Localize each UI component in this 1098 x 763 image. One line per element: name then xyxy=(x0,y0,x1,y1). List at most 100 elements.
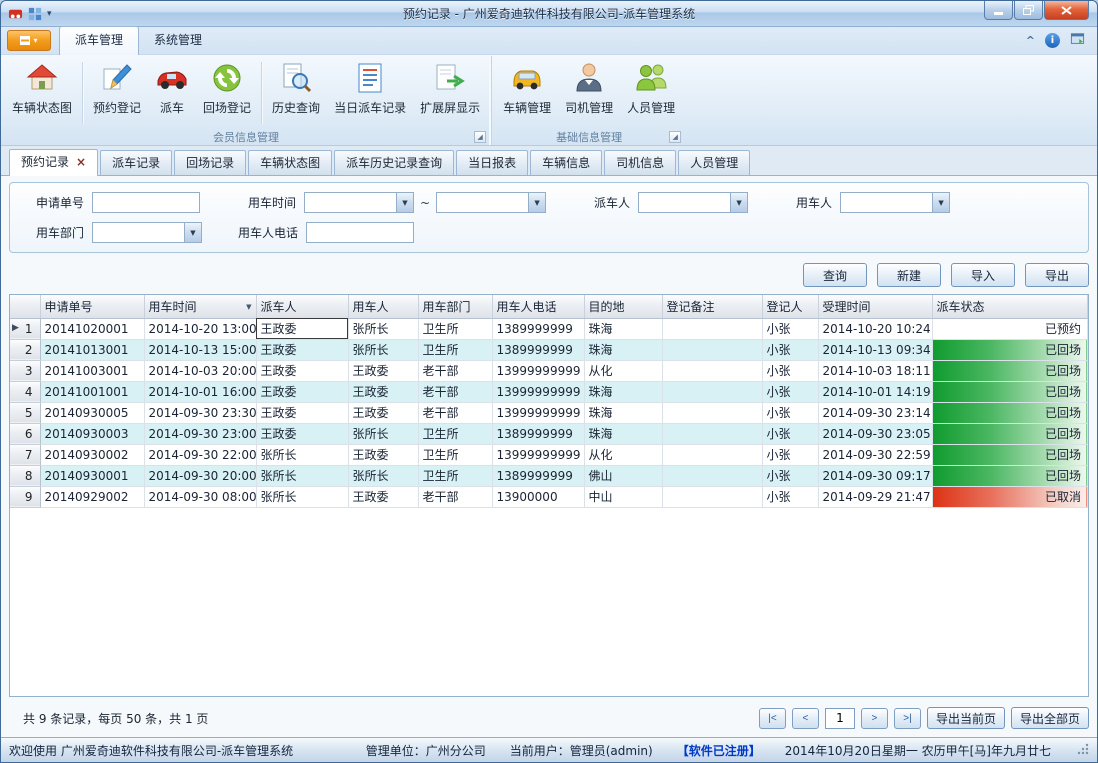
grid-cell[interactable]: 1389999999 xyxy=(492,423,584,444)
grid-cell[interactable]: 卫生所 xyxy=(418,339,492,360)
use-time-to-combo[interactable]: ▼ xyxy=(436,192,546,213)
grid-cell[interactable]: 王政委 xyxy=(256,423,348,444)
grid-cell[interactable]: 2014-09-30 22:59 xyxy=(818,444,932,465)
row-selector[interactable]: 2 xyxy=(10,339,40,360)
maximize-button[interactable] xyxy=(1014,1,1043,20)
grid-cell[interactable]: 王政委 xyxy=(256,318,348,339)
grid-cell[interactable] xyxy=(662,402,762,423)
ribbon-tab-dispatch-management[interactable]: 派车管理 xyxy=(59,26,139,55)
table-row[interactable]: 9201409290022014-09-30 08:00张所长王政委老干部139… xyxy=(10,486,1088,507)
grid-cell[interactable]: 卫生所 xyxy=(418,318,492,339)
dispatch-status-cell[interactable]: 已回场 xyxy=(932,339,1088,360)
grid-cell[interactable]: 2014-10-03 18:11 xyxy=(818,360,932,381)
grid-cell[interactable]: 小张 xyxy=(762,465,818,486)
row-selector[interactable]: 5 xyxy=(10,402,40,423)
window-style-icon[interactable] xyxy=(1070,32,1085,49)
grid-cell[interactable] xyxy=(662,360,762,381)
minimize-button[interactable] xyxy=(984,1,1013,20)
tab-dispatch-records[interactable]: 派车记录 xyxy=(100,150,172,175)
column-header[interactable]: 受理时间 xyxy=(818,295,932,318)
table-row[interactable]: ▶1201410200012014-10-20 13:00王政委张所长卫生所13… xyxy=(10,318,1088,339)
grid-cell[interactable]: 张所长 xyxy=(256,444,348,465)
grid-cell[interactable]: 小张 xyxy=(762,444,818,465)
user-combo[interactable]: ▼ xyxy=(840,192,950,213)
ribbon-button-dispatch[interactable]: 派车 xyxy=(148,57,196,129)
license-link[interactable]: 【软件已注册】 xyxy=(677,742,761,759)
grid-cell[interactable]: 老干部 xyxy=(418,360,492,381)
ribbon-button-driver-management[interactable]: 司机管理 xyxy=(558,57,620,129)
request-no-input[interactable] xyxy=(92,192,200,213)
grid-cell[interactable]: 王政委 xyxy=(348,381,418,402)
tab-dispatch-history-query[interactable]: 派车历史记录查询 xyxy=(334,150,454,175)
grid-cell[interactable]: 20141020001 xyxy=(40,318,144,339)
column-header[interactable]: ▼用车时间 xyxy=(144,295,256,318)
ribbon-button-personnel-management[interactable]: 人员管理 xyxy=(620,57,682,129)
column-header[interactable]: 派车人 xyxy=(256,295,348,318)
grid-cell[interactable]: 13999999999 xyxy=(492,360,584,381)
grid-cell[interactable]: 20141001001 xyxy=(40,381,144,402)
grid-cell[interactable]: 王政委 xyxy=(256,381,348,402)
grid-cell[interactable]: 卫生所 xyxy=(418,423,492,444)
grid-cell[interactable]: 20140930005 xyxy=(40,402,144,423)
grid-cell[interactable]: 2014-09-29 21:47 xyxy=(818,486,932,507)
grid-cell[interactable]: 2014-09-30 20:00 xyxy=(144,465,256,486)
row-selector[interactable]: 9 xyxy=(10,486,40,507)
grid-cell[interactable]: 2014-09-30 23:00 xyxy=(144,423,256,444)
grid-cell[interactable]: 20141003001 xyxy=(40,360,144,381)
grid-cell[interactable]: 2014-09-30 23:30 xyxy=(144,402,256,423)
use-time-from-combo[interactable]: ▼ xyxy=(304,192,414,213)
grid-cell[interactable]: 2014-09-30 22:00 xyxy=(144,444,256,465)
grid-cell[interactable]: 老干部 xyxy=(418,486,492,507)
grid-cell[interactable]: 1389999999 xyxy=(492,318,584,339)
grid-cell[interactable]: 小张 xyxy=(762,360,818,381)
first-page-button[interactable]: |< xyxy=(759,708,786,729)
dialog-launcher-icon[interactable]: ◢ xyxy=(474,131,486,143)
grid-cell[interactable]: 王政委 xyxy=(348,402,418,423)
tab-reservation-records[interactable]: 预约记录 × xyxy=(9,149,98,176)
table-row[interactable]: 7201409300022014-09-30 22:00张所长王政委卫生所139… xyxy=(10,444,1088,465)
row-selector[interactable]: 3 xyxy=(10,360,40,381)
grid-cell[interactable]: 卫生所 xyxy=(418,465,492,486)
grid-cell[interactable]: 老干部 xyxy=(418,402,492,423)
grid-cell[interactable] xyxy=(662,318,762,339)
grid-cell[interactable]: 2014-10-20 10:24 xyxy=(818,318,932,339)
grid-cell[interactable]: 2014-09-30 23:05 xyxy=(818,423,932,444)
grid-cell[interactable]: 珠海 xyxy=(584,423,662,444)
dispatcher-combo[interactable]: ▼ xyxy=(638,192,748,213)
dispatch-status-cell[interactable]: 已回场 xyxy=(932,423,1088,444)
grid-cell[interactable]: 2014-09-30 23:14 xyxy=(818,402,932,423)
grid-cell[interactable]: 1389999999 xyxy=(492,465,584,486)
close-tab-icon[interactable]: × xyxy=(76,156,86,168)
grid-cell[interactable]: 1389999999 xyxy=(492,339,584,360)
grid-cell[interactable]: 2014-10-01 16:00 xyxy=(144,381,256,402)
dispatch-status-cell[interactable]: 已预约 xyxy=(932,318,1088,339)
grid-cell[interactable]: 珠海 xyxy=(584,318,662,339)
grid-cell[interactable]: 20140930001 xyxy=(40,465,144,486)
column-header[interactable]: 用车部门 xyxy=(418,295,492,318)
grid-cell[interactable]: 小张 xyxy=(762,318,818,339)
dialog-launcher-icon[interactable]: ◢ xyxy=(669,131,681,143)
table-row[interactable]: 5201409300052014-09-30 23:30王政委王政委老干部139… xyxy=(10,402,1088,423)
grid-cell[interactable]: 王政委 xyxy=(348,486,418,507)
grid-cell[interactable]: 张所长 xyxy=(348,423,418,444)
grid-cell[interactable]: 20140930003 xyxy=(40,423,144,444)
grid-cell[interactable]: 张所长 xyxy=(256,486,348,507)
dispatch-status-cell[interactable]: 已回场 xyxy=(932,402,1088,423)
grid-cell[interactable]: 从化 xyxy=(584,360,662,381)
tab-return-records[interactable]: 回场记录 xyxy=(174,150,246,175)
grid-cell[interactable]: 从化 xyxy=(584,444,662,465)
column-header[interactable]: 登记人 xyxy=(762,295,818,318)
prev-page-button[interactable]: < xyxy=(792,708,819,729)
next-page-button[interactable]: > xyxy=(861,708,888,729)
grid-cell[interactable]: 2014-10-20 13:00 xyxy=(144,318,256,339)
grid-cell[interactable]: 张所长 xyxy=(348,465,418,486)
ribbon-button-vehicle-management[interactable]: 车辆管理 xyxy=(496,57,558,129)
grid-cell[interactable]: 小张 xyxy=(762,402,818,423)
column-header[interactable]: 申请单号 xyxy=(40,295,144,318)
phone-input[interactable] xyxy=(306,222,414,243)
column-header[interactable]: 用车人电话 xyxy=(492,295,584,318)
chevron-down-icon[interactable]: ▼ xyxy=(528,193,545,212)
grid-cell[interactable] xyxy=(662,486,762,507)
ribbon-button-vehicle-status-map[interactable]: 车辆状态图 xyxy=(5,57,79,129)
dispatch-status-cell[interactable]: 已回场 xyxy=(932,465,1088,486)
